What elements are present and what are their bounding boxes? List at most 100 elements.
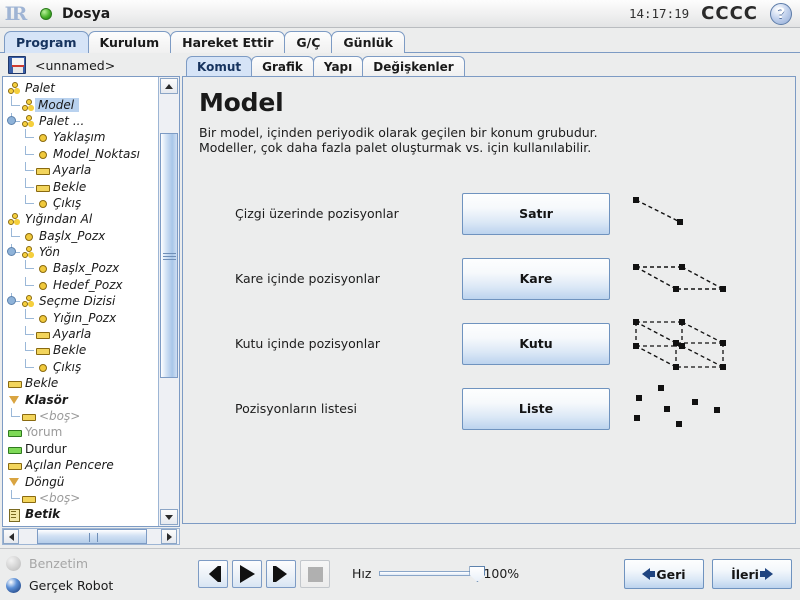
simulation-label: Benzetim bbox=[29, 555, 88, 571]
next-button[interactable]: İleri bbox=[712, 559, 792, 589]
vertical-scroll-thumb[interactable] bbox=[160, 133, 178, 378]
tree-item[interactable]: Çıkış bbox=[5, 358, 158, 375]
kutu-button[interactable]: Kutu bbox=[462, 322, 610, 365]
dot-icon bbox=[35, 361, 49, 373]
stop-button[interactable] bbox=[300, 560, 330, 588]
tree-item-label: Yığın_Pozx bbox=[53, 310, 117, 325]
scroll-left-arrow-icon[interactable] bbox=[3, 529, 19, 544]
tree-connector-vertical bbox=[11, 96, 12, 106]
tree-item[interactable]: Yığın_Pozx bbox=[5, 309, 158, 325]
next-label: İleri bbox=[731, 566, 759, 582]
satir-button[interactable]: Satır bbox=[462, 192, 610, 235]
tree-connector bbox=[11, 416, 20, 417]
tree-item[interactable]: Yorum bbox=[5, 424, 158, 440]
speed-slider[interactable] bbox=[379, 565, 486, 582]
tab-degiskenler[interactable]: Değişkenler bbox=[362, 56, 465, 76]
real-robot-indicator-icon bbox=[6, 577, 21, 593]
tree-item-label: Yorum bbox=[25, 425, 63, 440]
tab-hareket-ettir[interactable]: Hareket Ettir bbox=[170, 31, 286, 53]
speed-control: Hız 100% bbox=[352, 565, 519, 582]
tree-item[interactable]: Yaklaşım bbox=[5, 129, 158, 145]
program-tree[interactable]: Palet Model Palet ... Yaklaşım Model_Noktası… bbox=[3, 77, 158, 526]
tree-item[interactable]: Ayarla bbox=[5, 325, 158, 342]
arrow-left-icon bbox=[642, 568, 656, 580]
tree-item[interactable]: Bekle bbox=[5, 375, 158, 391]
play-button[interactable] bbox=[232, 560, 262, 588]
tree-item[interactable]: Başlx_Pozx bbox=[5, 227, 158, 244]
tree-item[interactable]: Yığından Al bbox=[5, 211, 158, 227]
bar-icon bbox=[35, 328, 50, 340]
real-robot-row[interactable]: Gerçek Robot bbox=[6, 574, 113, 596]
tab-gc[interactable]: G/Ç bbox=[284, 31, 333, 53]
arrow-right-icon bbox=[759, 568, 773, 580]
tab-grafik[interactable]: Grafik bbox=[251, 56, 314, 76]
tab-gunluk[interactable]: Günlük bbox=[331, 31, 405, 53]
tree-item[interactable]: Model_Noktası bbox=[5, 145, 158, 162]
skip-forward-button[interactable] bbox=[266, 560, 296, 588]
tree-connector-vertical bbox=[25, 276, 26, 286]
tree-item[interactable]: Başlx_Pozx bbox=[5, 260, 158, 276]
tree-connector bbox=[25, 350, 34, 352]
tree-item-label: Çıkış bbox=[53, 359, 82, 374]
tree-item[interactable]: Palet bbox=[5, 80, 158, 96]
tab-program[interactable]: Program bbox=[4, 31, 89, 53]
horizontal-scroll-thumb[interactable] bbox=[37, 529, 147, 544]
tree-item[interactable]: Ayarla bbox=[5, 161, 158, 178]
slider-track bbox=[379, 571, 480, 576]
tree-item[interactable]: Çıkış bbox=[5, 194, 158, 211]
tree-item-label: Açılan Pencere bbox=[25, 458, 114, 473]
tab-kurulum[interactable]: Kurulum bbox=[87, 31, 172, 53]
help-icon[interactable]: ? bbox=[770, 2, 792, 25]
tree-connector-vertical bbox=[25, 358, 26, 368]
tree-connector bbox=[25, 366, 34, 368]
liste-button[interactable]: Liste bbox=[462, 387, 610, 430]
tree-item[interactable]: Betik bbox=[5, 506, 158, 523]
tree-item[interactable]: Seçme Dizisi bbox=[5, 293, 158, 309]
tree-item[interactable]: Model bbox=[5, 96, 158, 112]
bar-green-icon bbox=[7, 443, 22, 455]
program-tree-panel: <unnamed> Palet Model Palet ... Yaklaşım Mod… bbox=[2, 54, 182, 578]
transport-controls bbox=[198, 560, 330, 588]
tree-item[interactable]: Durdur bbox=[5, 441, 158, 457]
tree-connector bbox=[25, 284, 34, 286]
tree-connector-vertical bbox=[25, 178, 26, 188]
tree-item[interactable]: <boş> bbox=[5, 407, 158, 424]
skip-back-icon bbox=[208, 566, 221, 582]
simulation-row[interactable]: Benzetim bbox=[6, 552, 113, 574]
tree-item[interactable]: Döngü bbox=[5, 473, 158, 489]
tree-item[interactable]: Klasör bbox=[5, 391, 158, 407]
tab-yapi[interactable]: Yapı bbox=[312, 56, 364, 76]
skip-back-button[interactable] bbox=[198, 560, 228, 588]
scroll-right-arrow-icon[interactable] bbox=[161, 529, 177, 544]
row-line: Çizgi üzerinde pozisyonlar Satır bbox=[197, 181, 781, 246]
tree-expander-toggle[interactable] bbox=[7, 246, 16, 256]
tab-komut[interactable]: Komut bbox=[186, 56, 253, 76]
tree-expander-toggle[interactable] bbox=[7, 296, 16, 306]
stop-icon bbox=[307, 566, 323, 582]
tree-vertical-scrollbar[interactable] bbox=[158, 77, 179, 526]
scroll-up-arrow-icon[interactable] bbox=[160, 78, 178, 94]
tree-item-label: Model bbox=[35, 97, 80, 112]
dot-icon bbox=[35, 312, 49, 324]
bar-icon bbox=[35, 164, 50, 176]
tree-connector-vertical bbox=[25, 145, 26, 155]
tree-item[interactable]: Yön bbox=[5, 243, 158, 260]
tree-item[interactable]: Bekle bbox=[5, 342, 158, 358]
tree-item[interactable]: Bekle bbox=[5, 178, 158, 194]
tree-expander-toggle[interactable] bbox=[7, 115, 16, 125]
tree-item[interactable]: <boş> bbox=[5, 489, 158, 506]
tree-item[interactable]: Palet ... bbox=[5, 112, 158, 129]
page-title: Model bbox=[199, 88, 284, 117]
tree-item[interactable]: Açılan Pencere bbox=[5, 457, 158, 473]
tree-item[interactable]: Hedef_Pozx bbox=[5, 276, 158, 293]
scroll-down-arrow-icon[interactable] bbox=[160, 509, 178, 525]
kare-button[interactable]: Kare bbox=[462, 257, 610, 300]
dot-icon bbox=[35, 262, 49, 274]
tree-connector-vertical bbox=[25, 260, 26, 270]
back-button[interactable]: Geri bbox=[624, 559, 704, 589]
tree-connector-vertical bbox=[25, 342, 26, 352]
dot-icon bbox=[35, 279, 49, 291]
tree-horizontal-scrollbar[interactable] bbox=[2, 528, 180, 545]
floppy-save-icon[interactable] bbox=[8, 56, 26, 74]
file-menu-button[interactable]: Dosya bbox=[62, 6, 110, 22]
